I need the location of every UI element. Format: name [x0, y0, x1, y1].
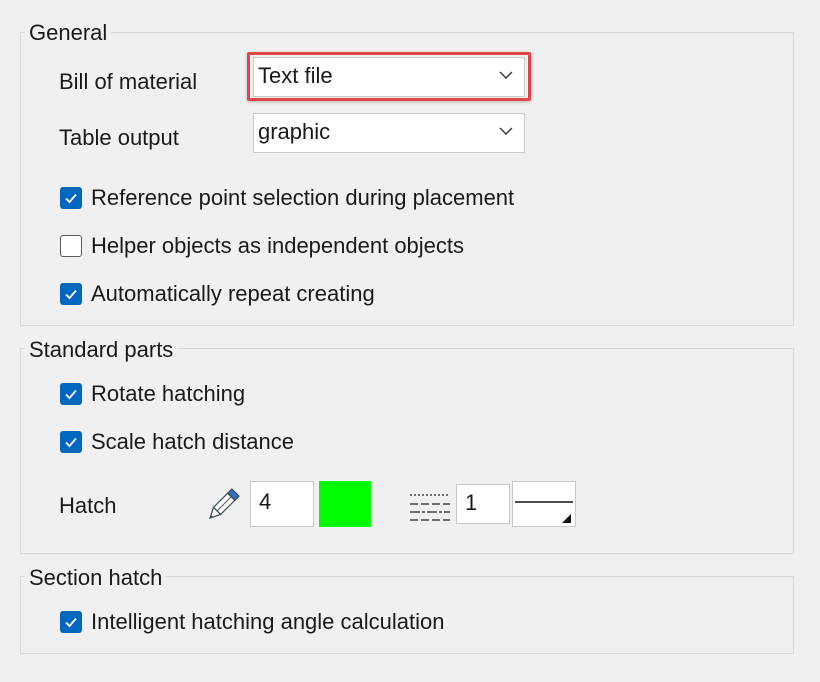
pen-number-input[interactable]: 4 — [250, 481, 314, 527]
pencil-icon[interactable] — [201, 485, 243, 527]
checkbox-checked[interactable] — [60, 187, 82, 209]
checkbox-scale-hatch-distance[interactable]: Scale hatch distance — [60, 428, 294, 456]
standard-parts-legend: Standard parts — [25, 337, 178, 363]
checkbox-checked[interactable] — [60, 611, 82, 633]
hatch-color-swatch[interactable] — [319, 481, 371, 527]
checkmark-icon — [65, 389, 77, 400]
checkbox-label: Reference point selection during placeme… — [91, 185, 515, 210]
checkmark-icon — [65, 193, 77, 204]
table-output-dropdown[interactable]: graphic — [253, 113, 525, 153]
line-style-dropdown[interactable] — [512, 481, 576, 527]
checkbox-reference-point[interactable]: Reference point selection during placeme… — [60, 184, 514, 212]
chevron-down-icon — [499, 127, 513, 135]
checkmark-icon — [65, 617, 77, 628]
checkbox-label: Rotate hatching — [91, 381, 246, 406]
checkbox-label: Automatically repeat creating — [91, 281, 375, 306]
checkbox-checked[interactable] — [60, 383, 82, 405]
checkmark-icon — [65, 437, 77, 448]
checkbox-auto-repeat[interactable]: Automatically repeat creating — [60, 280, 375, 308]
hatch-label: Hatch — [59, 493, 117, 518]
checkbox-label: Intelligent hatching angle calculation — [91, 609, 445, 634]
checkbox-intelligent-hatching[interactable]: Intelligent hatching angle calculation — [60, 608, 444, 636]
line-pattern-icon — [410, 494, 450, 521]
checkbox-rotate-hatching[interactable]: Rotate hatching — [60, 380, 245, 408]
selection-highlight — [247, 52, 531, 101]
line-style-preview-icon — [515, 501, 573, 523]
checkbox-unchecked[interactable] — [60, 235, 82, 257]
checkbox-helper-objects[interactable]: Helper objects as independent objects — [60, 232, 464, 260]
general-legend: General — [25, 20, 112, 46]
table-output-label: Table output — [59, 125, 179, 150]
checkbox-label: Helper objects as independent objects — [91, 233, 465, 258]
line-number-input[interactable]: 1 — [456, 484, 510, 524]
checkbox-label: Scale hatch distance — [91, 429, 295, 454]
bill-of-material-label: Bill of material — [59, 69, 198, 94]
checkbox-checked[interactable] — [60, 431, 82, 453]
table-output-value: graphic — [258, 119, 331, 144]
section-hatch-legend: Section hatch — [25, 565, 167, 591]
checkbox-checked[interactable] — [60, 283, 82, 305]
checkmark-icon — [65, 289, 77, 300]
